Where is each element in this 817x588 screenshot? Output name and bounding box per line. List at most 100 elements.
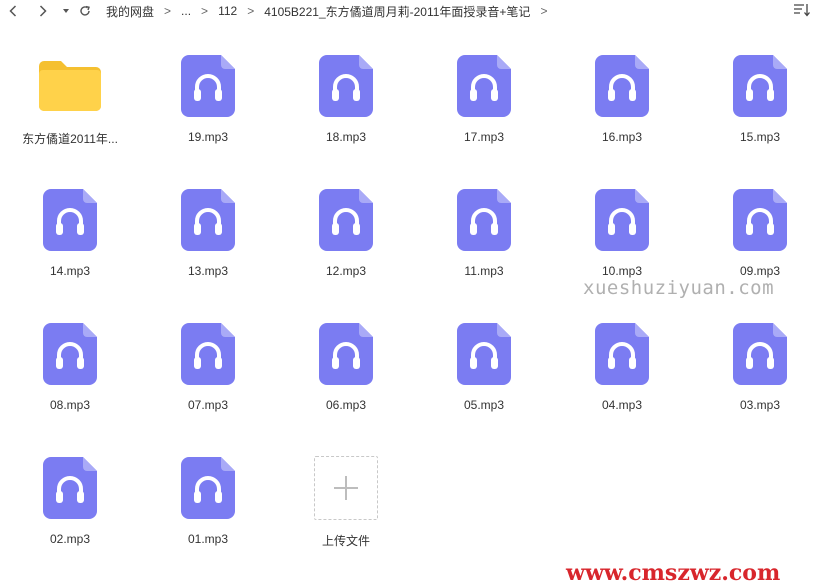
file-thumbnail [314, 188, 378, 252]
file-item[interactable]: 02.mp3 [10, 450, 130, 570]
audio-file-icon [733, 55, 787, 117]
file-item[interactable]: 10.mp3 [562, 182, 682, 302]
refresh-button[interactable] [78, 1, 92, 21]
audio-file-icon [733, 323, 787, 385]
file-name: 16.mp3 [601, 130, 643, 144]
audio-file-icon [181, 457, 235, 519]
file-thumbnail [176, 322, 240, 386]
file-thumbnail [590, 188, 654, 252]
file-name: 12.mp3 [325, 264, 367, 278]
breadcrumb-separator: > [201, 4, 209, 18]
file-name: 17.mp3 [463, 130, 505, 144]
breadcrumb-item-root[interactable]: 我的网盘 [106, 3, 154, 20]
refresh-icon [80, 5, 90, 16]
file-item[interactable]: 12.mp3 [286, 182, 406, 302]
file-item[interactable]: 05.mp3 [424, 316, 544, 436]
folder-item[interactable]: 东方僪道2011年... [10, 48, 130, 168]
file-thumbnail [176, 188, 240, 252]
file-thumbnail [728, 322, 792, 386]
file-name: 东方僪道2011年... [22, 132, 118, 146]
file-name: 03.mp3 [739, 398, 781, 412]
audio-file-icon [181, 189, 235, 251]
file-name: 02.mp3 [49, 532, 91, 546]
file-item[interactable]: 09.mp3 [700, 182, 817, 302]
file-thumbnail [314, 322, 378, 386]
file-thumbnail [314, 54, 378, 118]
sort-icon [794, 4, 810, 17]
toolbar: 我的网盘 > ... > 112 > 4105B221_东方僪道周月莉-2011… [0, 0, 817, 22]
audio-file-icon [319, 323, 373, 385]
audio-file-icon [43, 323, 97, 385]
file-thumbnail [38, 54, 102, 118]
audio-file-icon [595, 55, 649, 117]
file-item[interactable]: 15.mp3 [700, 48, 817, 168]
file-name: 06.mp3 [325, 398, 367, 412]
audio-file-icon [319, 55, 373, 117]
audio-file-icon [595, 189, 649, 251]
file-name: 11.mp3 [464, 264, 504, 278]
back-button[interactable] [6, 1, 20, 21]
file-thumbnail [38, 188, 102, 252]
breadcrumb: 我的网盘 > ... > 112 > 4105B221_东方僪道周月莉-2011… [106, 3, 557, 20]
plus-icon [334, 476, 358, 500]
file-name: 18.mp3 [325, 130, 367, 144]
history-dropdown[interactable] [62, 1, 70, 21]
file-name: 05.mp3 [463, 398, 505, 412]
file-item[interactable]: 17.mp3 [424, 48, 544, 168]
breadcrumb-separator: > [164, 4, 172, 18]
file-item[interactable]: 19.mp3 [148, 48, 268, 168]
chevron-right-icon [39, 5, 47, 17]
file-item[interactable]: 06.mp3 [286, 316, 406, 436]
file-item[interactable]: 08.mp3 [10, 316, 130, 436]
file-item[interactable]: 11.mp3 [424, 182, 544, 302]
file-item[interactable]: 14.mp3 [10, 182, 130, 302]
file-name: 15.mp3 [739, 130, 781, 144]
file-thumbnail [452, 188, 516, 252]
file-item[interactable]: 16.mp3 [562, 48, 682, 168]
file-thumbnail [176, 54, 240, 118]
audio-file-icon [43, 189, 97, 251]
file-thumbnail [728, 54, 792, 118]
audio-file-icon [733, 189, 787, 251]
file-name: 19.mp3 [187, 130, 229, 144]
breadcrumb-item-112[interactable]: 112 [218, 4, 237, 18]
file-name: 09.mp3 [739, 264, 781, 278]
breadcrumb-separator: > [247, 4, 255, 18]
upload-dropzone[interactable] [314, 456, 378, 520]
file-item[interactable]: 07.mp3 [148, 316, 268, 436]
audio-file-icon [457, 55, 511, 117]
file-name: 07.mp3 [187, 398, 229, 412]
file-item[interactable]: 13.mp3 [148, 182, 268, 302]
file-name: 01.mp3 [187, 532, 229, 546]
file-item[interactable]: 18.mp3 [286, 48, 406, 168]
folder-icon [39, 61, 101, 111]
audio-file-icon [457, 189, 511, 251]
sort-button[interactable] [793, 3, 811, 19]
file-thumbnail [38, 322, 102, 386]
audio-file-icon [43, 457, 97, 519]
breadcrumb-separator: > [540, 4, 548, 18]
forward-button[interactable] [36, 1, 50, 21]
file-thumbnail [728, 188, 792, 252]
audio-file-icon [181, 323, 235, 385]
file-name: 14.mp3 [49, 264, 91, 278]
file-thumbnail [590, 322, 654, 386]
breadcrumb-item-ellipsis[interactable]: ... [181, 4, 191, 18]
watermark-cmszwz: www.cmszwz.com [566, 560, 781, 586]
file-item[interactable]: 03.mp3 [700, 316, 817, 436]
audio-file-icon [181, 55, 235, 117]
file-name: 10.mp3 [601, 264, 643, 278]
file-name: 08.mp3 [49, 398, 91, 412]
file-thumbnail [452, 322, 516, 386]
file-name: 04.mp3 [601, 398, 643, 412]
upload-file-button[interactable]: 上传文件 [286, 450, 406, 570]
chevron-left-icon [9, 5, 17, 17]
audio-file-icon [319, 189, 373, 251]
breadcrumb-item-current[interactable]: 4105B221_东方僪道周月莉-2011年面授录音+笔记 [264, 3, 530, 20]
file-item[interactable]: 04.mp3 [562, 316, 682, 436]
file-thumbnail [38, 456, 102, 520]
file-name: 13.mp3 [187, 264, 229, 278]
file-item[interactable]: 01.mp3 [148, 450, 268, 570]
audio-file-icon [595, 323, 649, 385]
caret-down-icon [63, 9, 69, 13]
